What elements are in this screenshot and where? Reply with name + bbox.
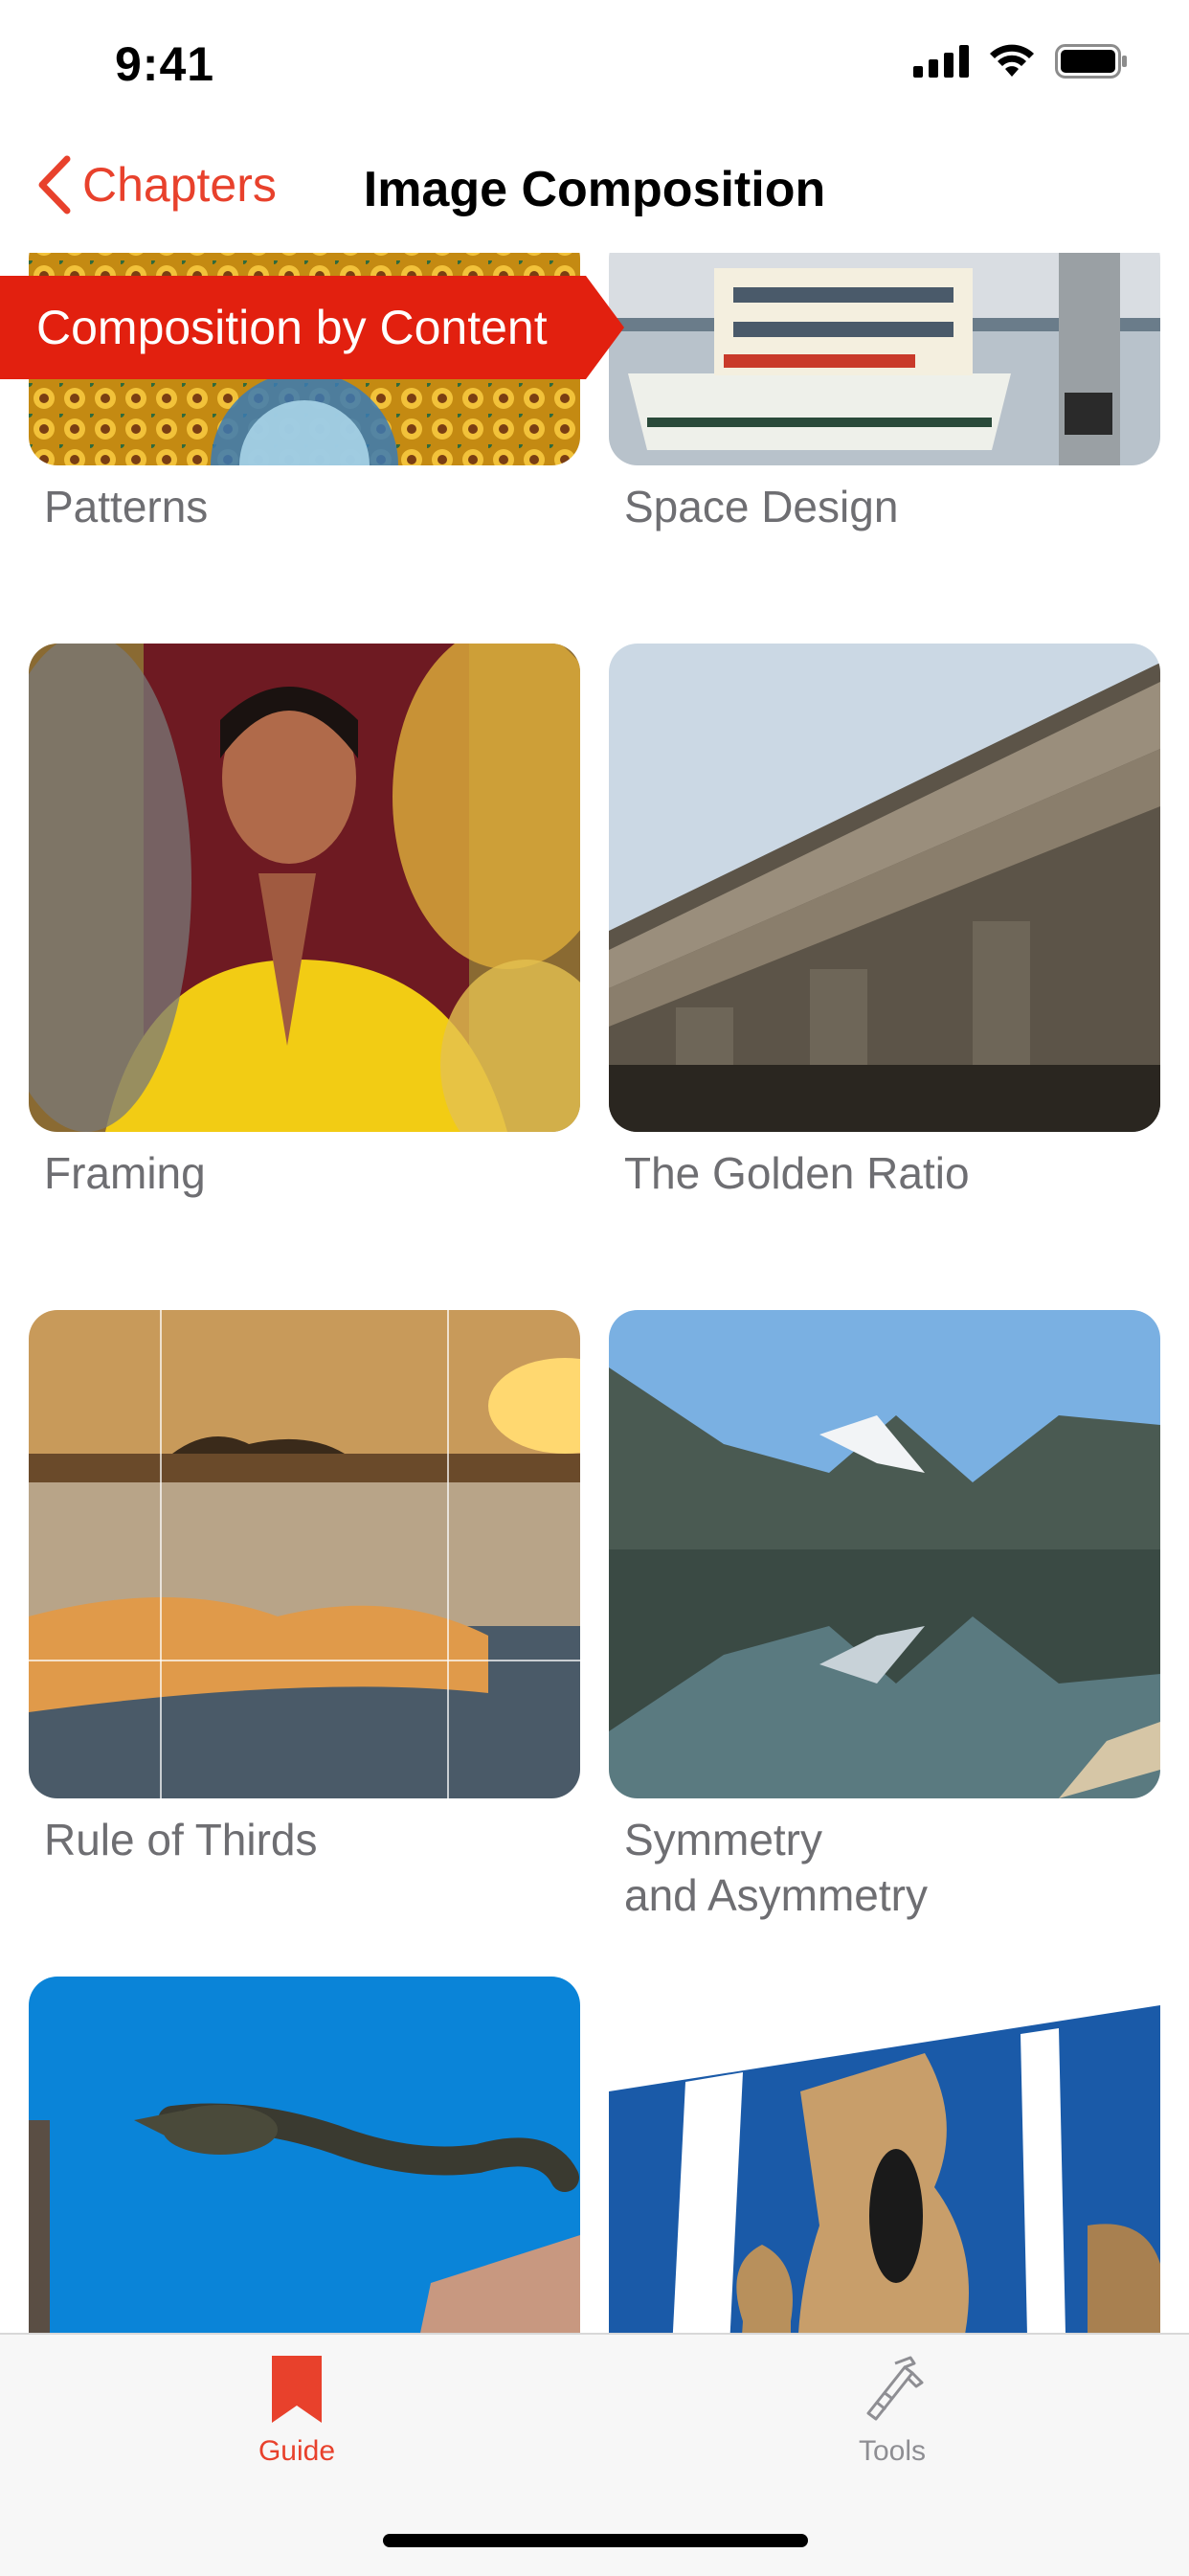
chapter-label: Framing	[44, 1148, 206, 1198]
status-time: 9:41	[115, 37, 215, 91]
framing-thumbnail	[29, 644, 580, 1132]
chapter-label: Symmetry and Asymmetry	[624, 1815, 928, 1920]
status-bar: 9:41	[0, 0, 1189, 126]
battery-icon	[1055, 44, 1127, 79]
symmetry-thumbnail	[609, 1310, 1160, 1798]
status-icons	[913, 44, 1130, 79]
wifi-icon	[990, 44, 1034, 77]
sculpture-thumbnail	[609, 1977, 1160, 2333]
chapter-label: The Golden Ratio	[624, 1148, 970, 1198]
tab-tools-label: Tools	[858, 2435, 927, 2467]
golden-ratio-thumbnail	[609, 644, 1160, 1132]
chapter-label: Patterns	[44, 482, 209, 531]
rule-of-thirds-thumbnail	[29, 1310, 580, 1798]
bookmark-icon	[272, 2356, 322, 2423]
chapter-label: Rule of Thirds	[44, 1815, 318, 1864]
chapter-grid[interactable]: Patterns Space Design Framing The Golden…	[0, 253, 1189, 2333]
cellular-signal-icon	[913, 45, 969, 78]
page-title: Image Composition	[363, 162, 826, 217]
tab-guide-label: Guide	[258, 2435, 336, 2467]
section-banner: Composition by Content	[0, 276, 624, 379]
tab-tools[interactable]: Tools	[749, 2354, 1036, 2468]
space-design-thumbnail	[609, 253, 1160, 465]
navigation-bar: Chapters Image Composition	[0, 134, 1189, 249]
iguana-thumbnail	[29, 1977, 580, 2333]
section-banner-title: Composition by Content	[36, 301, 548, 354]
tab-guide[interactable]: Guide	[153, 2354, 440, 2468]
home-indicator	[383, 2534, 808, 2547]
chapter-label: Space Design	[624, 482, 899, 531]
caliper-tools-icon	[866, 2356, 924, 2421]
